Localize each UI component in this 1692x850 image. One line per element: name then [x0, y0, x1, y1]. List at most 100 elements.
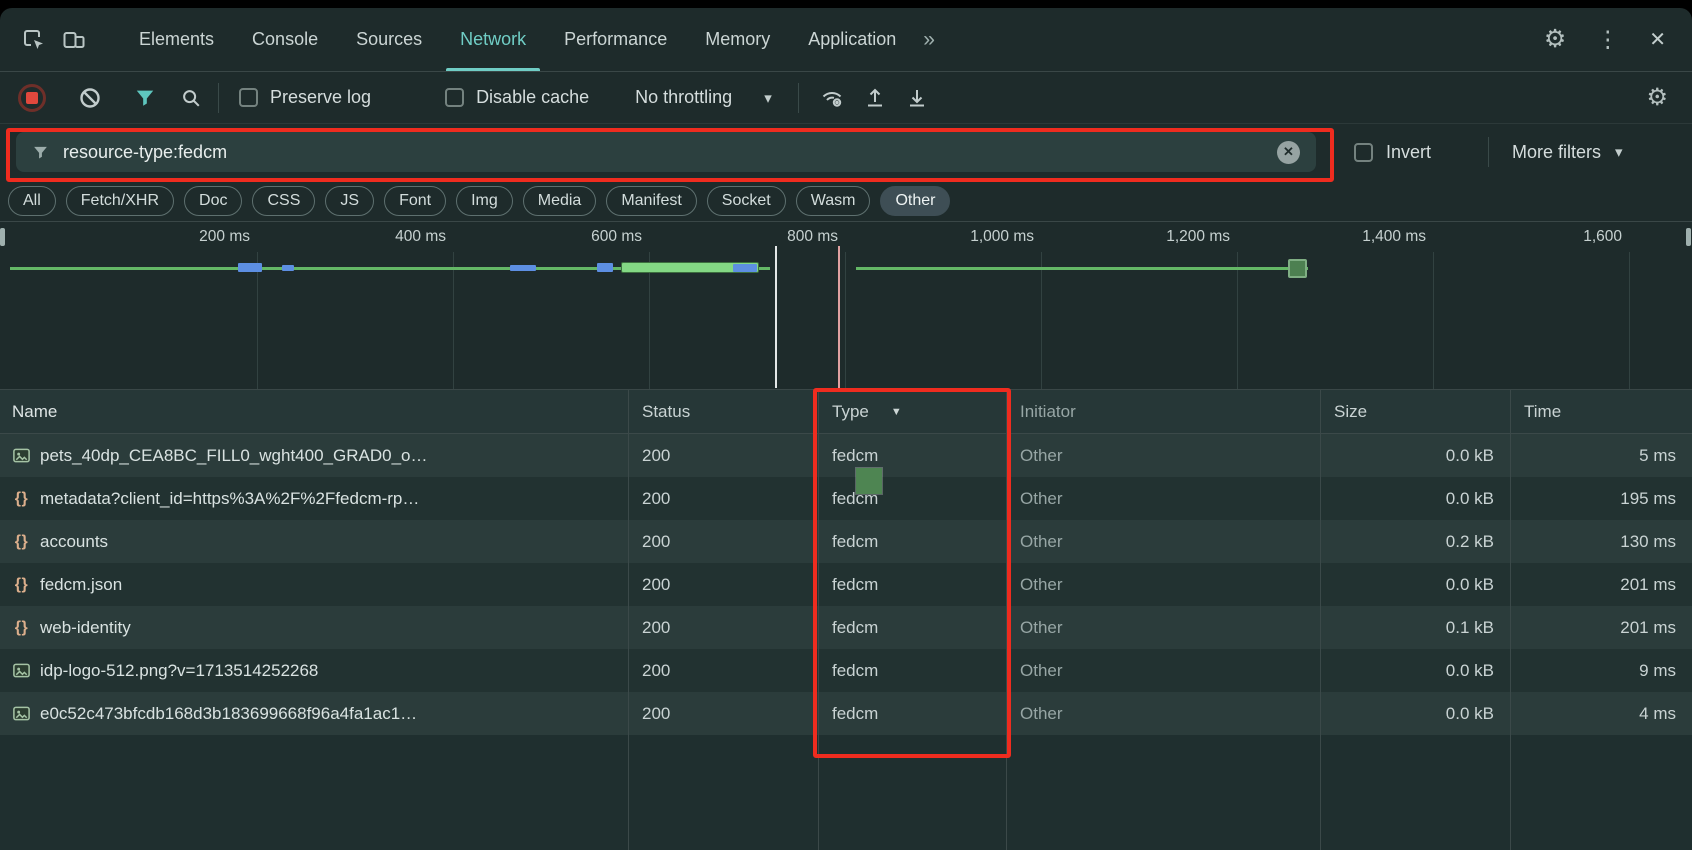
- more-tabs-icon[interactable]: »: [923, 28, 935, 52]
- request-initiator: Other: [1006, 692, 1320, 735]
- request-initiator: Other: [1006, 434, 1320, 477]
- filter-input-box[interactable]: ✕: [16, 132, 1316, 172]
- column-header-size[interactable]: Size: [1320, 390, 1510, 433]
- table-empty-area: [0, 735, 1692, 850]
- timeline-resize-handle-right[interactable]: [1686, 228, 1691, 246]
- invert-checkbox[interactable]: [1354, 143, 1373, 162]
- request-type: fedcm: [818, 692, 1006, 735]
- request-size: 0.0 kB: [1320, 477, 1510, 520]
- chip-img[interactable]: Img: [456, 186, 513, 216]
- chip-js[interactable]: JS: [325, 186, 374, 216]
- waterfall-segment: [733, 264, 757, 272]
- preserve-log-toggle[interactable]: Preserve log: [239, 87, 371, 108]
- network-toolbar: Preserve log Disable cache No throttling…: [0, 72, 1692, 124]
- json-file-icon: {}: [12, 576, 31, 594]
- waterfall-bar: [856, 267, 1308, 270]
- tab-console[interactable]: Console: [233, 8, 337, 71]
- chevron-down-icon: ▾: [1615, 143, 1623, 161]
- timeline-resize-handle-left[interactable]: [0, 228, 5, 246]
- request-time: 9 ms: [1510, 649, 1692, 692]
- table-row[interactable]: e0c52c473bfcdb168d3b183699668f96a4fa1ac1…: [0, 692, 1692, 735]
- request-status: 200: [628, 606, 818, 649]
- resource-type-filter-bar: All Fetch/XHR Doc CSS JS Font Img Media …: [0, 180, 1692, 222]
- request-name: e0c52c473bfcdb168d3b183699668f96a4fa1ac1…: [40, 704, 417, 724]
- request-name: fedcm.json: [40, 575, 122, 595]
- chip-fetch-xhr[interactable]: Fetch/XHR: [66, 186, 174, 216]
- filter-divider: [1488, 137, 1489, 167]
- waterfall-segment: [597, 263, 613, 272]
- device-toolbar-icon[interactable]: [54, 20, 94, 60]
- chip-doc[interactable]: Doc: [184, 186, 242, 216]
- json-file-icon: {}: [12, 619, 31, 637]
- chip-media[interactable]: Media: [523, 186, 597, 216]
- network-conditions-icon[interactable]: [819, 86, 845, 110]
- tabbar-actions: ⚙ ⋮ ✕: [1544, 27, 1678, 52]
- image-preview-square: [856, 468, 882, 494]
- record-network-log-button[interactable]: [18, 84, 46, 112]
- preserve-log-checkbox[interactable]: [239, 88, 258, 107]
- close-devtools-icon[interactable]: ✕: [1649, 30, 1666, 50]
- column-header-type-label: Type: [832, 402, 869, 422]
- search-icon[interactable]: [180, 87, 202, 109]
- timeline-tick-label: 1,600: [1433, 228, 1629, 246]
- export-har-icon[interactable]: [905, 86, 929, 110]
- chip-wasm[interactable]: Wasm: [796, 186, 871, 216]
- filter-row: ✕ Invert More filters ▾: [0, 124, 1692, 180]
- table-header-row: Name Status Type ▼ Initiator Size Time: [0, 390, 1692, 434]
- network-overview-timeline[interactable]: 200 ms 400 ms 600 ms 800 ms 1,000 ms 1,2…: [0, 222, 1692, 390]
- invert-filter-toggle[interactable]: Invert: [1354, 124, 1431, 180]
- tab-sources[interactable]: Sources: [337, 8, 441, 71]
- table-row[interactable]: {} fedcm.json 200 fedcm Other 0.0 kB 201…: [0, 563, 1692, 606]
- request-initiator: Other: [1006, 520, 1320, 563]
- tab-network[interactable]: Network: [441, 8, 545, 71]
- import-har-icon[interactable]: [863, 86, 887, 110]
- filter-toggle-icon[interactable]: [134, 87, 156, 109]
- column-header-time[interactable]: Time: [1510, 390, 1692, 433]
- timeline-tick-label: 1,000 ms: [845, 228, 1041, 246]
- table-row[interactable]: pets_40dp_CEA8BC_FILL0_wght400_GRAD0_o… …: [0, 434, 1692, 477]
- clear-network-log-icon[interactable]: [78, 86, 102, 110]
- request-size: 0.0 kB: [1320, 434, 1510, 477]
- chip-manifest[interactable]: Manifest: [606, 186, 696, 216]
- throttling-select[interactable]: No throttling ▾: [635, 87, 772, 108]
- chip-all[interactable]: All: [8, 186, 56, 216]
- table-row[interactable]: {} web-identity 200 fedcm Other 0.1 kB 2…: [0, 606, 1692, 649]
- request-type: fedcm: [818, 563, 1006, 606]
- timeline-tick-label: 1,200 ms: [1041, 228, 1237, 246]
- column-header-initiator[interactable]: Initiator: [1006, 390, 1320, 433]
- waterfall-segment: [510, 265, 536, 271]
- tab-memory[interactable]: Memory: [686, 8, 789, 71]
- waterfall-segment: [238, 263, 262, 272]
- chip-socket[interactable]: Socket: [707, 186, 786, 216]
- table-row[interactable]: {} accounts 200 fedcm Other 0.2 kB 130 m…: [0, 520, 1692, 563]
- disable-cache-checkbox[interactable]: [445, 88, 464, 107]
- filter-input[interactable]: [63, 142, 1263, 163]
- chip-css[interactable]: CSS: [252, 186, 315, 216]
- request-type: fedcm: [818, 649, 1006, 692]
- tab-performance[interactable]: Performance: [545, 8, 686, 71]
- settings-gear-icon[interactable]: ⚙: [1544, 27, 1566, 52]
- column-header-name[interactable]: Name: [0, 390, 628, 433]
- request-time: 5 ms: [1510, 434, 1692, 477]
- requests-table: Name Status Type ▼ Initiator Size Time p…: [0, 390, 1692, 850]
- tab-application[interactable]: Application: [789, 8, 915, 71]
- column-header-status[interactable]: Status: [628, 390, 818, 433]
- chip-other[interactable]: Other: [880, 186, 950, 216]
- tab-elements[interactable]: Elements: [120, 8, 233, 71]
- table-row[interactable]: idp-logo-512.png?v=1713514252268 200 fed…: [0, 649, 1692, 692]
- image-file-icon: [12, 446, 31, 465]
- request-status: 200: [628, 649, 818, 692]
- invert-label: Invert: [1386, 142, 1431, 163]
- more-filters-dropdown[interactable]: More filters ▾: [1512, 124, 1623, 180]
- table-row[interactable]: {} metadata?client_id=https%3A%2F%2Ffedc…: [0, 477, 1692, 520]
- network-settings-gear-icon[interactable]: ⚙: [1646, 83, 1674, 112]
- column-header-type[interactable]: Type ▼: [818, 390, 1006, 433]
- clear-filter-icon[interactable]: ✕: [1277, 141, 1300, 164]
- request-type: fedcm: [818, 520, 1006, 563]
- kebab-menu-icon[interactable]: ⋮: [1596, 28, 1619, 51]
- chip-font[interactable]: Font: [384, 186, 446, 216]
- request-status: 200: [628, 563, 818, 606]
- inspect-element-icon[interactable]: [14, 20, 54, 60]
- request-time: 195 ms: [1510, 477, 1692, 520]
- disable-cache-toggle[interactable]: Disable cache: [445, 87, 589, 108]
